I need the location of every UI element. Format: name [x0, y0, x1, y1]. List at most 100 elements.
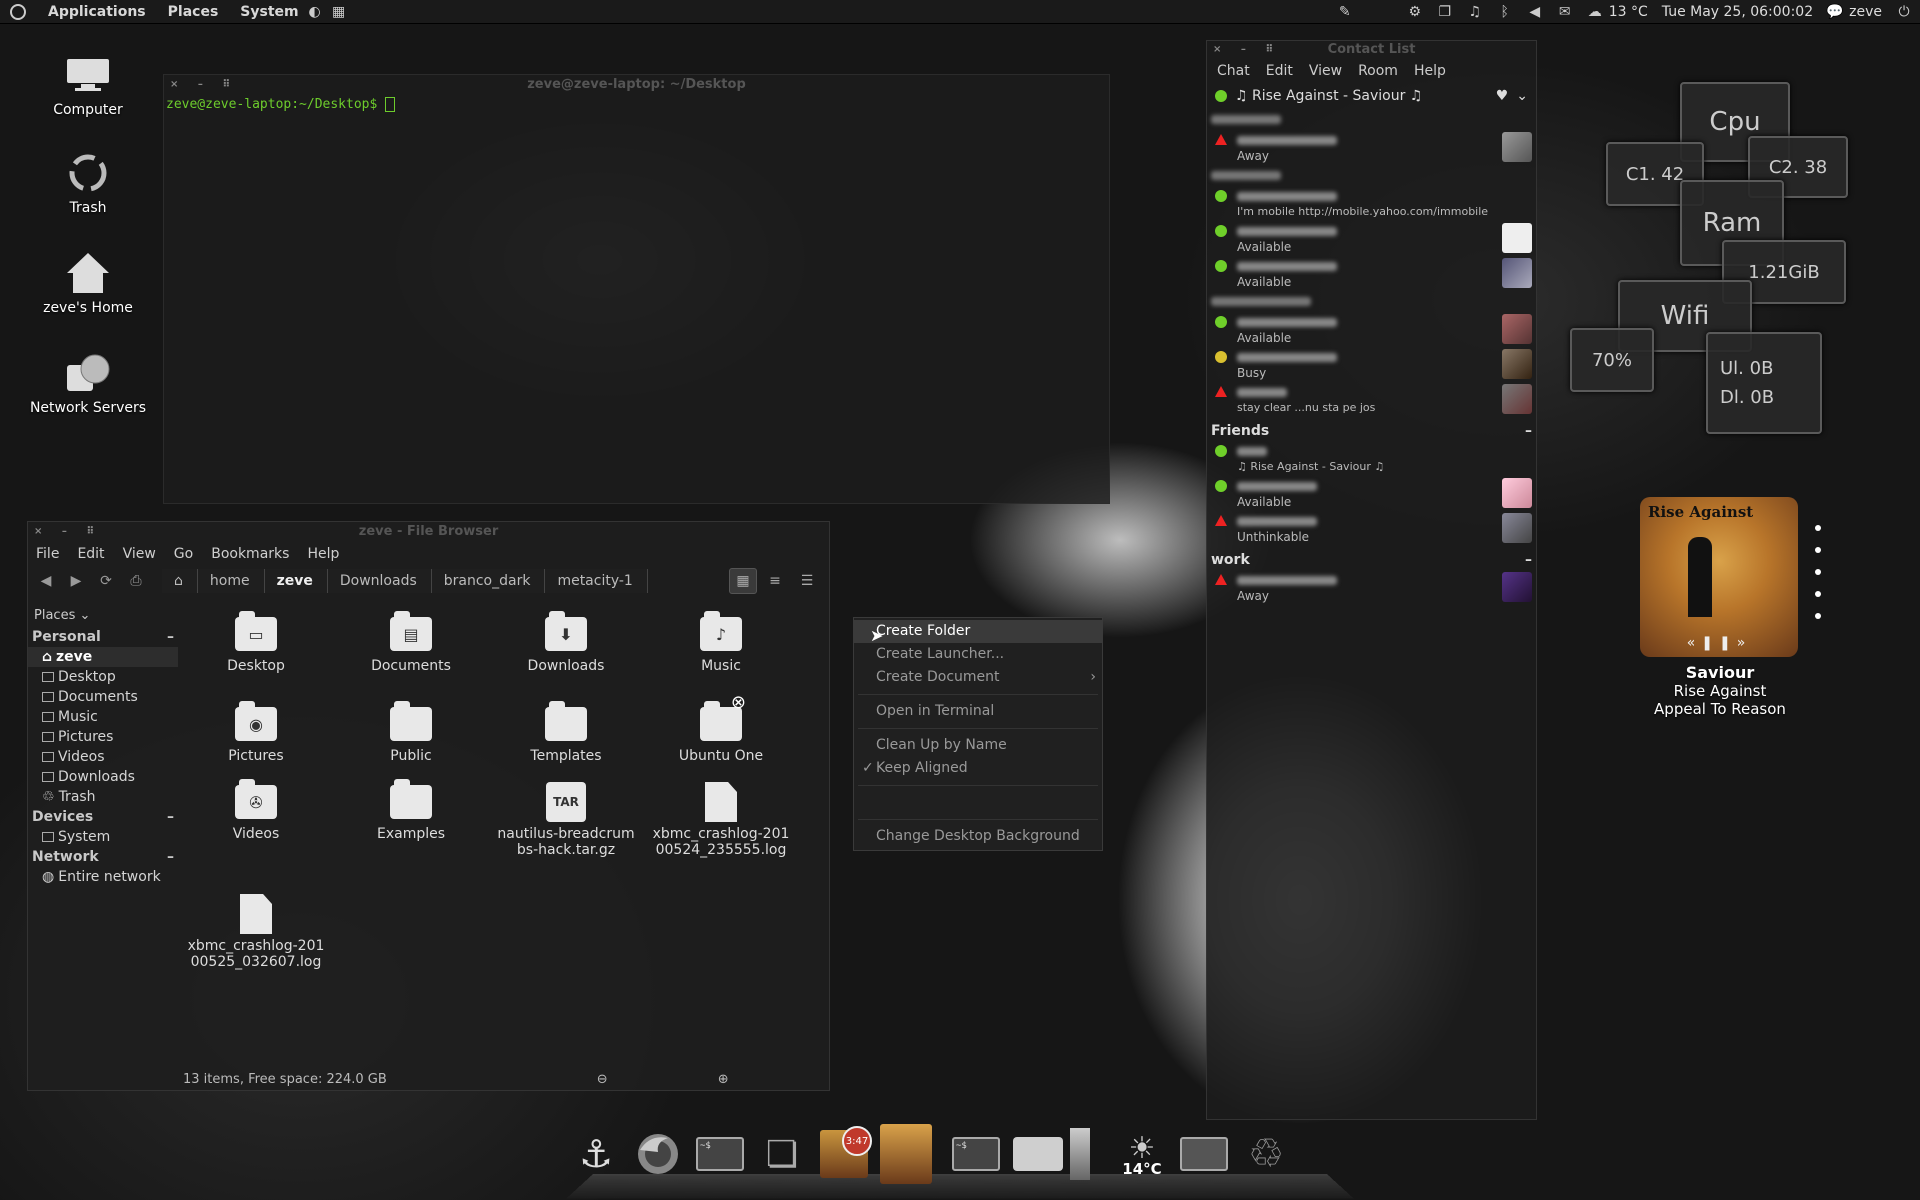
- widget-page-dots[interactable]: [1815, 525, 1821, 619]
- chat-bubble-icon[interactable]: 💬: [1826, 4, 1843, 20]
- contact-row[interactable]: Busy: [1207, 347, 1536, 382]
- terminal-titlebar[interactable]: × – ⠿ zeve@zeve-laptop: ~/Desktop: [164, 75, 1109, 95]
- user-name[interactable]: zeve: [1849, 4, 1882, 20]
- compact-view-icon[interactable]: ☰: [793, 568, 821, 594]
- places-menu[interactable]: Places: [168, 4, 219, 20]
- terminal-window[interactable]: × – ⠿ zeve@zeve-laptop: ~/Desktop zeve@z…: [163, 74, 1110, 504]
- menu-go[interactable]: Go: [174, 546, 193, 562]
- trash-dock-icon[interactable]: ♲: [1240, 1128, 1292, 1180]
- music-note-icon[interactable]: ♫: [1467, 4, 1483, 20]
- chat-dock-icon[interactable]: ❏: [756, 1128, 808, 1180]
- sidebar-item-zeve[interactable]: ⌂ zeve: [28, 647, 178, 667]
- file-item-desktop[interactable]: ▭ Desktop: [186, 611, 326, 674]
- desktop-icon-computer[interactable]: Computer: [28, 52, 148, 118]
- sidebar-item-desktop[interactable]: Desktop: [28, 667, 178, 687]
- group-header-friends[interactable]: Friends –: [1207, 417, 1536, 441]
- menu-help[interactable]: Help: [1414, 63, 1446, 79]
- group-header-work[interactable]: work –: [1207, 546, 1536, 570]
- menu-item-create-folder[interactable]: Create Folder: [854, 620, 1102, 643]
- breadcrumb-root-icon[interactable]: ⌂: [162, 569, 198, 593]
- menu-file[interactable]: File: [36, 546, 59, 562]
- contact-list-window[interactable]: × – ⠿ Contact List Chat Edit View Room H…: [1206, 40, 1537, 1120]
- file-item-crashlog-2[interactable]: xbmc_crashlog-20100525_032607.log: [186, 894, 326, 970]
- terminal-body[interactable]: zeve@zeve-laptop:~/Desktop$: [164, 95, 1109, 114]
- menu-bookmarks[interactable]: Bookmarks: [211, 546, 289, 562]
- menu-item-create-launcher[interactable]: Create Launcher...: [854, 643, 1102, 666]
- power-icon[interactable]: ⏻: [1896, 4, 1912, 20]
- heart-icon[interactable]: ♥: [1496, 88, 1509, 104]
- menu-edit[interactable]: Edit: [77, 546, 104, 562]
- sidebar-item-music[interactable]: Music: [28, 707, 178, 727]
- terminal-dock-icon[interactable]: ~$: [694, 1128, 746, 1180]
- file-browser-window[interactable]: × – ⠿ zeve - File Browser File Edit View…: [27, 521, 830, 1091]
- desktop-icon-trash[interactable]: Trash: [28, 150, 148, 216]
- sidebar-group-devices[interactable]: Devices –: [28, 807, 178, 827]
- pause-icon[interactable]: ❚❚: [1701, 635, 1736, 651]
- sidebar-item-system[interactable]: System: [28, 827, 178, 847]
- ubuntu-logo-icon[interactable]: [10, 3, 26, 20]
- list-view-icon[interactable]: ≡: [761, 568, 789, 594]
- desktop-icon-home[interactable]: zeve's Home: [28, 250, 148, 316]
- breadcrumb-metacity[interactable]: metacity-1: [545, 569, 648, 593]
- window-controls[interactable]: × – ⠿: [34, 522, 102, 542]
- file-item-crashlog-1[interactable]: xbmc_crashlog-20100524_235555.log: [651, 782, 791, 858]
- sidebar-item-pictures[interactable]: Pictures: [28, 727, 178, 747]
- contact-row[interactable]: Away: [1207, 570, 1536, 605]
- volume-icon[interactable]: ◀: [1527, 4, 1543, 20]
- group-header-blurred[interactable]: [1211, 297, 1311, 306]
- weather-text[interactable]: 13 °C: [1609, 4, 1648, 20]
- contact-row[interactable]: Unthinkable: [1207, 511, 1536, 546]
- weather-dock-icon[interactable]: ☀ 14°C: [1116, 1128, 1168, 1180]
- file-item-pictures[interactable]: ◉ Pictures: [186, 701, 326, 764]
- menu-edit[interactable]: Edit: [1266, 63, 1293, 79]
- breadcrumb-branco-dark[interactable]: branco_dark: [431, 569, 546, 593]
- file-item-ubuntu-one[interactable]: ⊗ Ubuntu One: [651, 692, 791, 764]
- forward-arrow-icon[interactable]: ▶: [66, 571, 86, 591]
- contact-row[interactable]: stay clear ...nu sta pe jos: [1207, 382, 1536, 417]
- places-dropdown[interactable]: Places ⌄: [28, 604, 178, 627]
- sidebar-item-downloads[interactable]: Downloads: [28, 767, 178, 787]
- windows-dock-icon[interactable]: [1178, 1128, 1230, 1180]
- my-status-selector[interactable]: ♫ Rise Against - Saviour ♫ ♥ ⌄: [1207, 83, 1536, 109]
- contact-row[interactable]: ♫ Rise Against - Saviour ♫: [1207, 441, 1536, 476]
- album-dock-icon[interactable]: [880, 1124, 932, 1184]
- contact-row[interactable]: I'm mobile http://mobile.yahoo.com/immob…: [1207, 186, 1536, 221]
- windows-icon[interactable]: ❐: [1437, 4, 1453, 20]
- breadcrumb-downloads[interactable]: Downloads: [327, 569, 432, 593]
- applications-menu[interactable]: Applications: [48, 4, 146, 20]
- window-controls[interactable]: × – ⠿: [1213, 41, 1281, 59]
- menu-view[interactable]: View: [1309, 63, 1342, 79]
- sidebar-item-videos[interactable]: Videos: [28, 747, 178, 767]
- pen-icon[interactable]: ✎: [1337, 4, 1353, 20]
- breadcrumb-zeve[interactable]: zeve: [264, 569, 328, 593]
- desktop-icon-network[interactable]: Network Servers: [28, 350, 148, 416]
- menu-help[interactable]: Help: [307, 546, 339, 562]
- menu-item-change-background[interactable]: Change Desktop Background: [854, 825, 1102, 848]
- menu-room[interactable]: Room: [1358, 63, 1398, 79]
- file-item-music[interactable]: ♪ Music: [651, 611, 791, 674]
- folder-dock-icon[interactable]: [1012, 1128, 1064, 1180]
- zoom-in-icon[interactable]: ⊕: [718, 1072, 729, 1087]
- menu-view[interactable]: View: [123, 546, 156, 562]
- file-item-public[interactable]: Public: [341, 701, 481, 764]
- clock-text[interactable]: Tue May 25, 06:00:02: [1662, 4, 1813, 20]
- firefox-icon[interactable]: [632, 1128, 684, 1180]
- bluetooth-icon[interactable]: ᛒ: [1497, 4, 1513, 20]
- breadcrumb-home[interactable]: home: [197, 569, 265, 593]
- reload-icon[interactable]: ⟳: [96, 571, 116, 591]
- menu-chat[interactable]: Chat: [1217, 63, 1250, 79]
- file-item-tar[interactable]: TAR nautilus-breadcrumbs-hack.tar.gz: [496, 782, 636, 858]
- anchor-icon[interactable]: ⚓: [570, 1128, 622, 1180]
- file-browser-titlebar[interactable]: × – ⠿ zeve - File Browser: [28, 522, 829, 542]
- sidebar-item-documents[interactable]: Documents: [28, 687, 178, 707]
- chevron-down-icon[interactable]: ⌄: [1516, 88, 1528, 104]
- sidebar-item-entire-network[interactable]: ◍ Entire network: [28, 867, 178, 887]
- contact-list-titlebar[interactable]: × – ⠿ Contact List: [1207, 41, 1536, 59]
- zoom-out-icon[interactable]: ⊖: [597, 1072, 608, 1087]
- file-item-documents[interactable]: ▤ Documents: [341, 611, 481, 674]
- contact-row[interactable]: Available: [1207, 476, 1536, 511]
- group-header-blurred[interactable]: [1211, 171, 1281, 180]
- menu-item-create-document[interactable]: Create Document ›: [854, 666, 1102, 689]
- contact-row[interactable]: Available: [1207, 256, 1536, 291]
- file-item-downloads[interactable]: ⬇ Downloads: [496, 611, 636, 674]
